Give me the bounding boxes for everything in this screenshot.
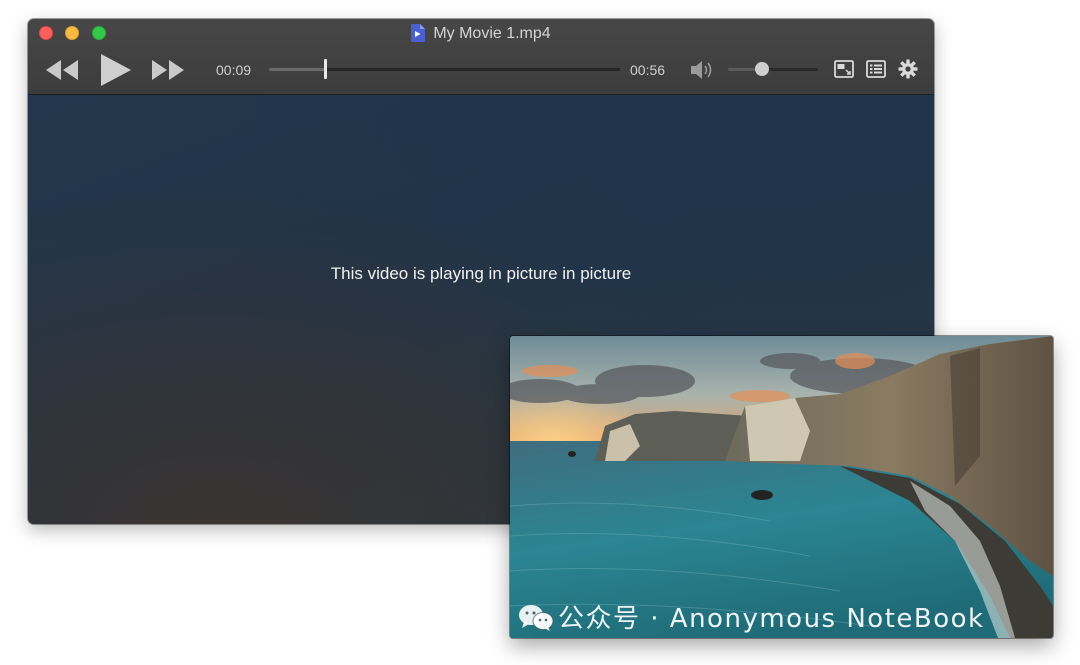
volume-slider[interactable]: [728, 62, 818, 76]
total-duration: 00:56: [630, 62, 666, 78]
seek-handle[interactable]: [324, 59, 328, 79]
current-time: 00:09: [216, 62, 252, 78]
desktop-stage: My Movie 1.mp4 00:09 00:56 This video is…: [0, 0, 1080, 665]
play-button[interactable]: [100, 53, 132, 92]
title-bar: My Movie 1.mp4 00:09 00:56: [28, 19, 934, 95]
fast-forward-icon: [152, 60, 184, 80]
video-file-icon: [411, 24, 426, 42]
fast-forward-button[interactable]: [151, 59, 185, 86]
picture-in-picture-icon: [834, 60, 854, 78]
rewind-icon: [46, 60, 78, 80]
playback-controls: 00:09 00:56: [28, 53, 934, 93]
window-title: My Movie 1.mp4: [28, 23, 934, 45]
playlist-icon: [866, 60, 886, 78]
volume-icon: [691, 61, 712, 79]
video-frame-image: [510, 336, 1053, 638]
gear-icon: [898, 59, 918, 79]
playlist-button[interactable]: [866, 60, 886, 83]
wechat-logo-icon: [518, 604, 554, 632]
window-title-text: My Movie 1.mp4: [433, 25, 551, 42]
seek-slider[interactable]: [269, 59, 620, 79]
seek-progress-fill: [269, 68, 326, 71]
rewind-button[interactable]: [45, 59, 79, 86]
settings-button[interactable]: [898, 59, 918, 84]
watermark-text: 公众号 · Anonymous NoteBook: [558, 604, 985, 634]
picture-in-picture-window[interactable]: 公众号 · Anonymous NoteBook: [510, 336, 1053, 638]
pip-status-message: This video is playing in picture in pict…: [330, 264, 632, 283]
picture-in-picture-button[interactable]: [834, 60, 854, 83]
play-icon: [101, 54, 131, 86]
volume-handle[interactable]: [755, 62, 770, 76]
mute-button[interactable]: [690, 59, 716, 86]
